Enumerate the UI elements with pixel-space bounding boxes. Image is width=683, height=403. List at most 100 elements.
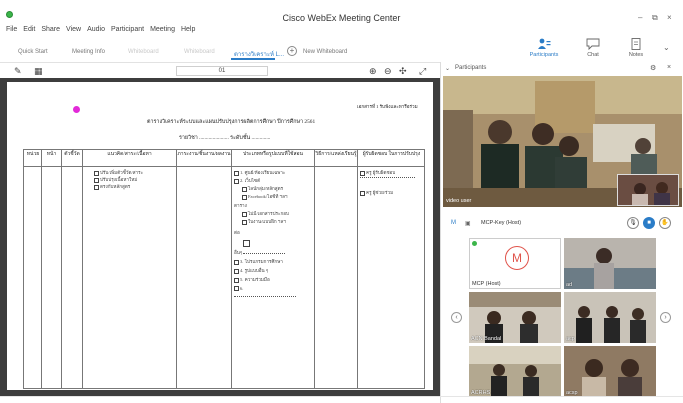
notes-button[interactable]: Notes <box>618 36 654 58</box>
document-subtitle: รายวิชา ...................... ระดับชั้น… <box>179 135 271 141</box>
thumbnail-grid-icon[interactable]: ▦ <box>34 66 43 76</box>
close-panel-icon[interactable]: × <box>667 64 671 71</box>
page-number: 01 <box>218 68 226 74</box>
menu-edit[interactable]: Edit <box>23 26 35 36</box>
list-item: 6. <box>234 286 243 291</box>
list-item <box>360 177 415 178</box>
tab-whiteboard-2[interactable]: Whiteboard <box>184 49 215 55</box>
list-item: อื่นๆ <box>234 250 286 257</box>
close-button[interactable]: × <box>667 13 672 22</box>
participant-name: ad <box>566 282 573 288</box>
video-label: video user <box>446 198 472 204</box>
self-view-video[interactable] <box>617 174 679 206</box>
page-number-field[interactable]: 01 <box>176 66 268 76</box>
table-header: ประเภทหรือรูปแบบที่ใช้สอน <box>243 152 303 157</box>
tab-new-whiteboard[interactable]: New Whiteboard <box>303 49 347 55</box>
list-item: ใบงาน/แบบฝึก ฯลฯ <box>242 219 286 226</box>
menu-help[interactable]: Help <box>181 26 195 36</box>
notes-icon <box>631 38 641 50</box>
tab-quick-start[interactable]: Quick Start <box>18 49 48 55</box>
list-item: ปรับ/เพิ่มตัวชี้วัด/สาระ <box>94 170 143 177</box>
tab-meeting-info[interactable]: Meeting Info <box>72 49 105 55</box>
list-item: ไลน์กลุ่ม/หลักสูตร <box>242 186 283 193</box>
menu-share[interactable]: Share <box>41 26 60 36</box>
participants-icon <box>538 38 551 49</box>
list-item: ไม่มี/เอกสารประกอบ <box>242 211 289 218</box>
status-bar <box>0 396 683 403</box>
participants-button[interactable]: Participants <box>526 36 562 58</box>
ribbon: Participants Chat Notes ⌄ <box>520 36 683 62</box>
previous-page-arrow-icon[interactable]: ‹ <box>451 312 462 323</box>
table-header: ภาระงาน/ชิ้นงาน/ผลงาน <box>177 152 231 157</box>
participant-thumbnail[interactable]: M MCP (Host) <box>469 238 561 289</box>
table-header: หน้า <box>46 152 57 157</box>
fit-view-icon[interactable]: ✣ <box>399 66 407 76</box>
list-item: ปรับปรุงเนื้อหาใหม่ <box>94 177 137 184</box>
notes-label: Notes <box>628 52 644 58</box>
window-title: Cisco WebEx Meeting Center <box>282 13 401 23</box>
menu-file[interactable]: File <box>6 26 17 36</box>
document-title: ตารางวิเคราะห์ระบบและแผนปรับปรุงการผลิตก… <box>147 119 316 125</box>
participant-thumbnail[interactable]: acp <box>564 292 656 343</box>
table-header: หน่วย <box>26 152 40 157</box>
list-item: 4. รูปแบบอื่น ๆ <box>234 268 268 275</box>
status-dot-icon <box>472 241 477 246</box>
active-tab-indicator <box>231 58 275 60</box>
list-item: ครู ผู้ช่วย/ร่วม <box>360 190 393 197</box>
list-item: 2. เว็บไซต์ <box>234 178 260 185</box>
zoom-in-icon[interactable]: ⊕ <box>369 66 377 76</box>
maximize-button[interactable]: ⧉ <box>652 13 658 23</box>
pen-icon[interactable]: ✎ <box>14 66 22 76</box>
list-item <box>234 296 296 297</box>
menu-participant[interactable]: Participant <box>111 26 144 36</box>
presenter-name: MCP-Key (Host) <box>481 220 522 226</box>
participants-panel: ⌄ Participants ⚙ × video user M ▣ MCP-Ke… <box>440 62 683 403</box>
panel-header: ⌄ Participants ⚙ × <box>441 62 683 76</box>
list-item: 1. ศูนย์/ห้องเรียนเฉพาะ <box>234 170 285 177</box>
collapse-chevron-icon[interactable]: ⌄ <box>445 65 450 72</box>
participant-name: MCP (Host) <box>472 281 501 287</box>
list-item: ครู ผู้รับผิดชอบ <box>360 170 395 177</box>
menu-bar: File Edit Share View Audio Participant M… <box>6 26 195 36</box>
ribbon-expand-chevron-icon[interactable]: ⌄ <box>663 43 670 52</box>
menu-view[interactable]: View <box>66 26 81 36</box>
list-item: 3. โปรแกรมการศึกษา <box>234 259 283 266</box>
tab-bar: Quick Start Meeting Info Whiteboard Whit… <box>0 42 440 62</box>
participant-thumbnail[interactable]: acsp <box>564 346 656 397</box>
add-tab-icon[interactable]: + <box>287 46 297 56</box>
camera-toggle-icon[interactable]: ■ <box>643 217 655 229</box>
tab-whiteboard-1[interactable]: Whiteboard <box>128 49 159 55</box>
host-badge-icon: M <box>451 220 456 226</box>
participant-thumbnails: M MCP (Host) ad ACN Bandal acp ACRHS acs… <box>469 238 659 398</box>
list-item: ตรงกับหลักสูตร <box>94 184 130 191</box>
document-page: เอกสารที่ 1 รับฟังและหารือร่วม ตารางวิเค… <box>7 82 433 390</box>
participant-name: acp <box>566 336 575 342</box>
chat-label: Chat <box>587 52 599 58</box>
video-toggle-icon[interactable]: ▣ <box>465 220 471 227</box>
participant-thumbnail[interactable]: ad <box>564 238 656 289</box>
table-header: ผู้รับผิดชอบ ในการปรับปรุง <box>362 152 421 157</box>
minimize-button[interactable]: – <box>638 13 642 22</box>
table-header: แนวคิด/สาระ/เนื้อหา <box>107 152 152 157</box>
fullscreen-icon[interactable]: ⤢ <box>419 66 426 76</box>
annotation-pointer <box>73 106 80 113</box>
list-item: Facebook/ไอซีที ฯลฯ <box>242 194 287 201</box>
menu-meeting[interactable]: Meeting <box>150 26 175 36</box>
document-toolbar: ✎ ▦ 01 ⊕ ⊖ ✣ ⤢ <box>0 62 440 78</box>
menu-audio[interactable]: Audio <box>87 26 105 36</box>
list-item: ต่อ <box>234 230 240 235</box>
settings-gear-icon[interactable]: ⚙ <box>650 64 656 72</box>
participant-thumbnail[interactable]: ACN Bandal <box>469 292 561 343</box>
zoom-out-icon[interactable]: ⊖ <box>384 66 392 76</box>
list-item <box>243 240 250 247</box>
analysis-table: หน่วย หน้า ตัวชี้วัด แนวคิด/สาระ/เนื้อหา… <box>23 149 425 389</box>
avatar: M <box>505 246 529 270</box>
raise-hand-icon[interactable]: ✋ <box>659 217 671 229</box>
participant-name: ACN Bandal <box>471 336 502 342</box>
table-header: ตัวชี้วัด <box>64 152 80 157</box>
next-page-arrow-icon[interactable]: › <box>660 312 671 323</box>
chat-button[interactable]: Chat <box>575 36 611 58</box>
list-item: 5. ความร่วมมือ <box>234 277 270 284</box>
mute-microphone-icon[interactable]: 🎙 <box>627 217 639 229</box>
participant-thumbnail[interactable]: ACRHS <box>469 346 561 397</box>
